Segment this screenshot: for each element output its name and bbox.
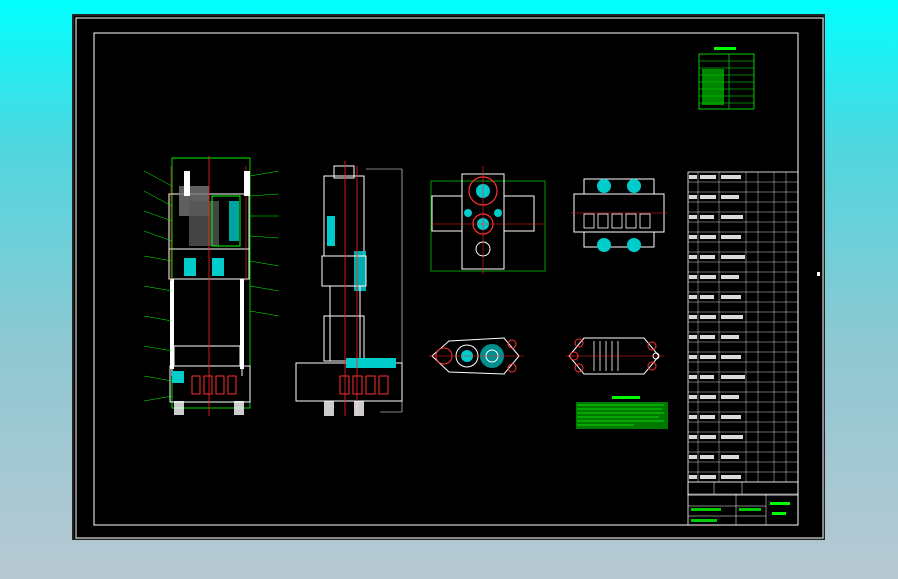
spec-table — [698, 47, 755, 110]
sheet-edge-marker — [817, 272, 820, 276]
top-view-b — [571, 178, 667, 252]
front-view — [143, 156, 280, 416]
top-view-a — [430, 166, 546, 274]
parts-list — [687, 171, 799, 496]
section-view-d — [566, 337, 664, 375]
side-view — [295, 161, 403, 416]
section-view-c — [429, 337, 524, 375]
cad-drawing — [75, 17, 824, 539]
cad-drawing-sheet — [72, 14, 825, 540]
title-block — [687, 481, 799, 526]
technical-notes — [576, 396, 668, 429]
